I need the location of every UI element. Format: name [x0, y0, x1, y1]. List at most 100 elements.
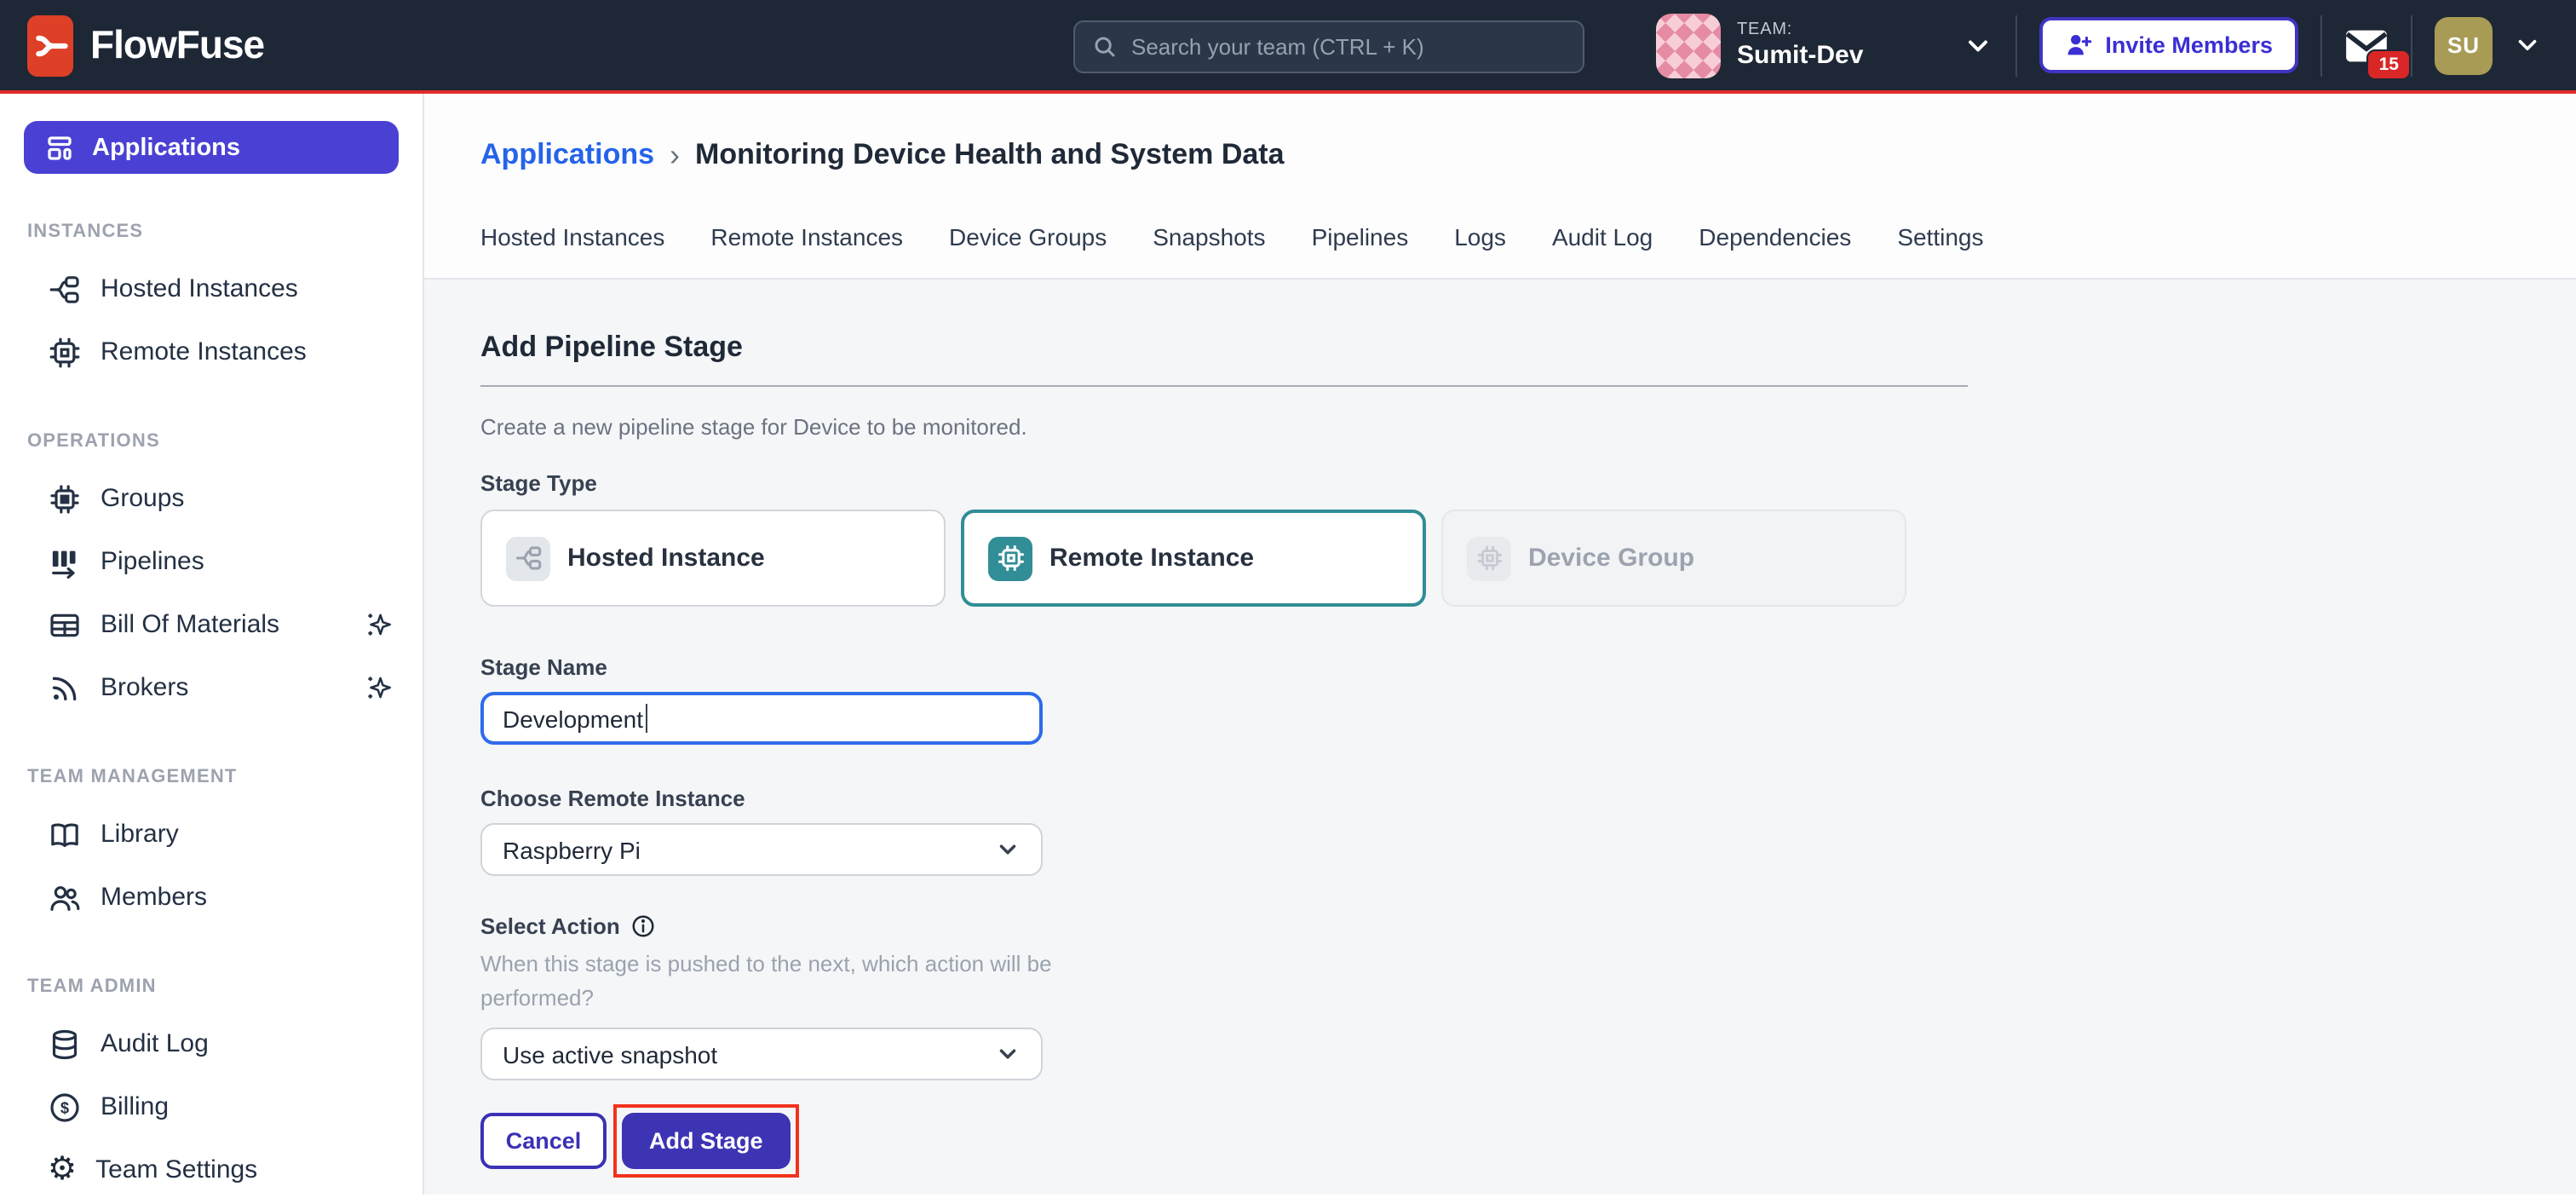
- navbar-divider: [2320, 14, 2322, 76]
- tab-logs[interactable]: Logs: [1454, 223, 1506, 251]
- sparkles-icon: [363, 671, 395, 704]
- svg-text:$: $: [60, 1098, 69, 1116]
- stage-type-label: Stage Type: [480, 470, 2576, 496]
- tab-device-groups[interactable]: Device Groups: [949, 223, 1107, 251]
- action-value: Use active snapshot: [503, 1040, 717, 1068]
- form-title: Add Pipeline Stage: [480, 331, 2576, 365]
- stage-name-input[interactable]: Development: [480, 692, 1043, 745]
- tab-snapshots[interactable]: Snapshots: [1153, 223, 1265, 251]
- search-icon: [1092, 34, 1118, 60]
- sidebar-item-audit-log[interactable]: Audit Log: [0, 1012, 423, 1075]
- stage-type-remote-instance[interactable]: Remote Instance: [961, 510, 1426, 607]
- chevron-down-icon: [1962, 30, 1992, 60]
- top-navbar: FlowFuse Search your team (CTRL + K) TEA…: [0, 0, 2576, 94]
- notifications-button[interactable]: 15: [2344, 26, 2389, 64]
- stage-type-options: Hosted Instance Remote Instance Device G…: [480, 510, 2576, 607]
- sidebar-section-team-admin: TEAM ADMIN: [27, 976, 395, 997]
- tab-dependencies[interactable]: Dependencies: [1699, 223, 1851, 251]
- sidebar-item-groups[interactable]: Groups: [0, 467, 423, 530]
- sidebar-item-hosted-instances[interactable]: Hosted Instances: [0, 257, 423, 320]
- stage-type-label-text: Device Group: [1528, 544, 1694, 573]
- stage-name-label: Stage Name: [480, 654, 2576, 680]
- gear-icon: ⚙: [48, 1154, 77, 1186]
- annotation-highlight-box: Add Stage: [613, 1104, 799, 1178]
- flowfuse-logo[interactable]: FlowFuse: [27, 14, 264, 76]
- navbar-divider: [2015, 14, 2016, 76]
- sidebar-item-applications[interactable]: Applications: [24, 121, 399, 174]
- sidebar-item-members[interactable]: Members: [0, 866, 423, 929]
- stage-type-label-text: Remote Instance: [1049, 544, 1254, 573]
- tab-settings[interactable]: Settings: [1897, 223, 1983, 251]
- sidebar-item-brokers[interactable]: Brokers: [0, 656, 423, 719]
- select-action-label: Select Action: [480, 913, 2576, 939]
- sidebar-item-label: Billing: [101, 1092, 169, 1121]
- device-group-icon: [1467, 536, 1511, 580]
- team-selector[interactable]: TEAM: Sumit-Dev: [1655, 13, 1992, 78]
- sidebar: Applications INSTANCES Hosted Instances …: [0, 94, 424, 1195]
- flowfuse-app: FlowFuse Search your team (CTRL + K) TEA…: [0, 0, 2576, 1198]
- table-icon: [48, 608, 82, 642]
- select-action-helper: When this stage is pushed to the next, w…: [480, 947, 1087, 1016]
- sidebar-item-label: Audit Log: [101, 1029, 209, 1058]
- pipelines-icon: [48, 544, 82, 579]
- sidebar-item-label: Groups: [101, 484, 184, 513]
- sidebar-item-label: Team Settings: [95, 1155, 257, 1184]
- sidebar-section-instances: INSTANCES: [27, 222, 395, 242]
- tab-bar: Hosted Instances Remote Instances Device…: [480, 223, 2576, 251]
- chevron-down-icon[interactable]: [2513, 31, 2542, 60]
- search-input[interactable]: Search your team (CTRL + K): [1073, 20, 1584, 73]
- sidebar-item-label: Applications: [92, 134, 240, 161]
- main-content: Applications › Monitoring Device Health …: [424, 94, 2576, 1195]
- sidebar-item-label: Pipelines: [101, 547, 204, 576]
- page-title: Monitoring Device Health and System Data: [695, 138, 1285, 172]
- select-action-label-text: Select Action: [480, 913, 620, 939]
- chip-icon: [48, 335, 82, 369]
- applications-icon: [44, 132, 75, 163]
- sidebar-item-bill-of-materials[interactable]: Bill Of Materials: [0, 593, 423, 656]
- sidebar-item-label: Library: [101, 820, 179, 849]
- stage-type-hosted-instance[interactable]: Hosted Instance: [480, 510, 946, 607]
- cancel-button[interactable]: Cancel: [480, 1113, 607, 1169]
- search-placeholder: Search your team (CTRL + K): [1131, 34, 1424, 60]
- flowfuse-logo-icon: [27, 14, 73, 76]
- remote-instance-select[interactable]: Raspberry Pi: [480, 823, 1043, 876]
- chevron-down-icon: [995, 837, 1021, 862]
- remote-instance-icon: [988, 536, 1032, 580]
- sidebar-item-billing[interactable]: $ Billing: [0, 1075, 423, 1138]
- broker-rss-icon: [48, 671, 82, 705]
- sidebar-item-library[interactable]: Library: [0, 803, 423, 866]
- invite-members-button[interactable]: Invite Members: [2038, 17, 2298, 73]
- divider: [480, 385, 1968, 387]
- remote-instance-value: Raspberry Pi: [503, 836, 641, 863]
- add-stage-button[interactable]: Add Stage: [622, 1113, 791, 1169]
- hosted-instances-icon: [48, 272, 82, 306]
- users-icon: [48, 880, 82, 914]
- book-icon: [48, 817, 82, 851]
- sidebar-item-label: Remote Instances: [101, 337, 307, 366]
- hosted-instance-icon: [506, 536, 550, 580]
- device-group-icon: [48, 481, 82, 515]
- sparkles-icon: [363, 608, 395, 641]
- sidebar-item-remote-instances[interactable]: Remote Instances: [0, 320, 423, 383]
- tab-remote-instances[interactable]: Remote Instances: [710, 223, 903, 251]
- tab-audit-log[interactable]: Audit Log: [1552, 223, 1653, 251]
- tab-hosted-instances[interactable]: Hosted Instances: [480, 223, 664, 251]
- form-description: Create a new pipeline stage for Device t…: [480, 414, 2576, 440]
- team-avatar: [1655, 13, 1720, 78]
- sidebar-item-pipelines[interactable]: Pipelines: [0, 530, 423, 593]
- invite-members-label: Invite Members: [2105, 32, 2273, 58]
- breadcrumb: Applications › Monitoring Device Health …: [480, 138, 2576, 172]
- team-name: Sumit-Dev: [1737, 41, 1863, 70]
- breadcrumb-applications-link[interactable]: Applications: [480, 138, 654, 172]
- notification-count-badge: 15: [2367, 49, 2411, 79]
- action-select[interactable]: Use active snapshot: [480, 1028, 1043, 1080]
- sidebar-item-label: Hosted Instances: [101, 274, 298, 303]
- logo-wordmark: FlowFuse: [90, 22, 264, 68]
- sidebar-item-team-settings[interactable]: ⚙ Team Settings: [0, 1138, 423, 1195]
- sidebar-item-label: Brokers: [101, 673, 188, 702]
- add-pipeline-stage-form: Add Pipeline Stage Create a new pipeline…: [424, 278, 2576, 1195]
- choose-remote-instance-label: Choose Remote Instance: [480, 786, 2576, 811]
- user-avatar[interactable]: SU: [2435, 16, 2493, 74]
- info-icon[interactable]: [630, 913, 656, 939]
- tab-pipelines[interactable]: Pipelines: [1312, 223, 1409, 251]
